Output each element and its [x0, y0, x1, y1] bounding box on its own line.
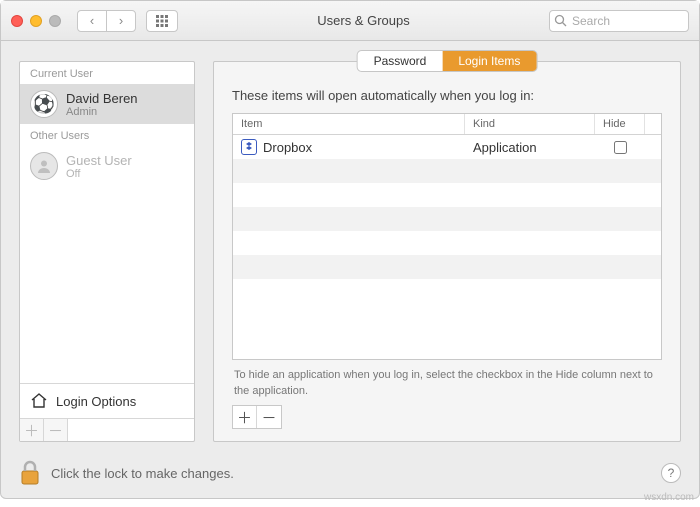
nav-buttons: ‹ ›	[77, 10, 136, 32]
person-icon	[36, 158, 52, 174]
lock-text: Click the lock to make changes.	[51, 466, 234, 481]
intro-text: These items will open automatically when…	[232, 88, 662, 103]
table-header: Item Kind Hide	[233, 114, 661, 135]
chevron-right-icon: ›	[119, 13, 123, 28]
login-options-label: Login Options	[56, 394, 136, 409]
col-scroll	[645, 114, 661, 134]
tabs: Password Login Items	[357, 50, 538, 72]
item-name: Dropbox	[263, 140, 312, 155]
house-icon	[30, 392, 48, 410]
avatar	[30, 152, 58, 180]
grid-icon	[155, 14, 169, 28]
item-kind: Application	[465, 140, 595, 155]
section-header-other: Other Users	[20, 124, 194, 146]
traffic-lights	[11, 15, 61, 27]
titlebar: ‹ › Users & Groups	[1, 1, 699, 41]
remove-item-button[interactable]: －	[257, 406, 281, 428]
col-kind[interactable]: Kind	[465, 114, 595, 134]
minimize-window-button[interactable]	[30, 15, 42, 27]
login-options[interactable]: Login Options	[20, 383, 194, 418]
content: Current User ⚽ David Beren Admin Other U…	[1, 41, 699, 452]
user-role: Off	[66, 168, 132, 180]
chevron-left-icon: ‹	[90, 13, 94, 28]
main-pane: Password Login Items These items will op…	[213, 61, 681, 442]
table-row[interactable]: Dropbox Application	[233, 135, 661, 159]
table-body: Dropbox Application	[233, 135, 661, 359]
prefs-window: ‹ › Users & Groups Current User ⚽	[0, 0, 700, 499]
user-role: Admin	[66, 106, 138, 118]
add-item-button[interactable]: ＋	[233, 406, 257, 428]
col-hide[interactable]: Hide	[595, 114, 645, 134]
footer: Click the lock to make changes. ?	[1, 452, 699, 498]
col-item[interactable]: Item	[233, 114, 465, 134]
question-icon: ?	[668, 466, 675, 480]
items-add-remove: ＋ －	[232, 405, 282, 429]
login-items-table: Item Kind Hide Dropbox	[232, 113, 662, 360]
avatar: ⚽	[30, 90, 58, 118]
zoom-window-button[interactable]	[49, 15, 61, 27]
sidebar-add-remove: ＋ －	[20, 418, 194, 441]
remove-user-button: －	[44, 419, 68, 441]
forward-button[interactable]: ›	[106, 10, 136, 32]
back-button[interactable]: ‹	[77, 10, 107, 32]
section-header-current: Current User	[20, 62, 194, 84]
hint-text: To hide an application when you log in, …	[232, 360, 662, 405]
tab-password[interactable]: Password	[358, 51, 443, 71]
dropbox-icon	[241, 139, 257, 155]
watermark: wsxdn.com	[644, 492, 694, 503]
user-row-guest[interactable]: Guest User Off	[20, 146, 194, 186]
soccer-icon: ⚽	[33, 94, 55, 115]
help-button[interactable]: ?	[661, 463, 681, 483]
window-title: Users & Groups	[188, 13, 539, 28]
close-window-button[interactable]	[11, 15, 23, 27]
search-icon	[554, 14, 567, 27]
search-input[interactable]	[549, 10, 689, 32]
show-all-button[interactable]	[146, 10, 178, 32]
tab-login-items[interactable]: Login Items	[442, 51, 536, 71]
search-wrap	[549, 10, 689, 32]
add-user-button: ＋	[20, 419, 44, 441]
user-name: David Beren	[66, 91, 138, 106]
user-name: Guest User	[66, 153, 132, 168]
lock-icon[interactable]	[19, 460, 41, 486]
user-row-current[interactable]: ⚽ David Beren Admin	[20, 84, 194, 124]
users-sidebar: Current User ⚽ David Beren Admin Other U…	[19, 61, 195, 442]
hide-checkbox[interactable]	[614, 141, 627, 154]
